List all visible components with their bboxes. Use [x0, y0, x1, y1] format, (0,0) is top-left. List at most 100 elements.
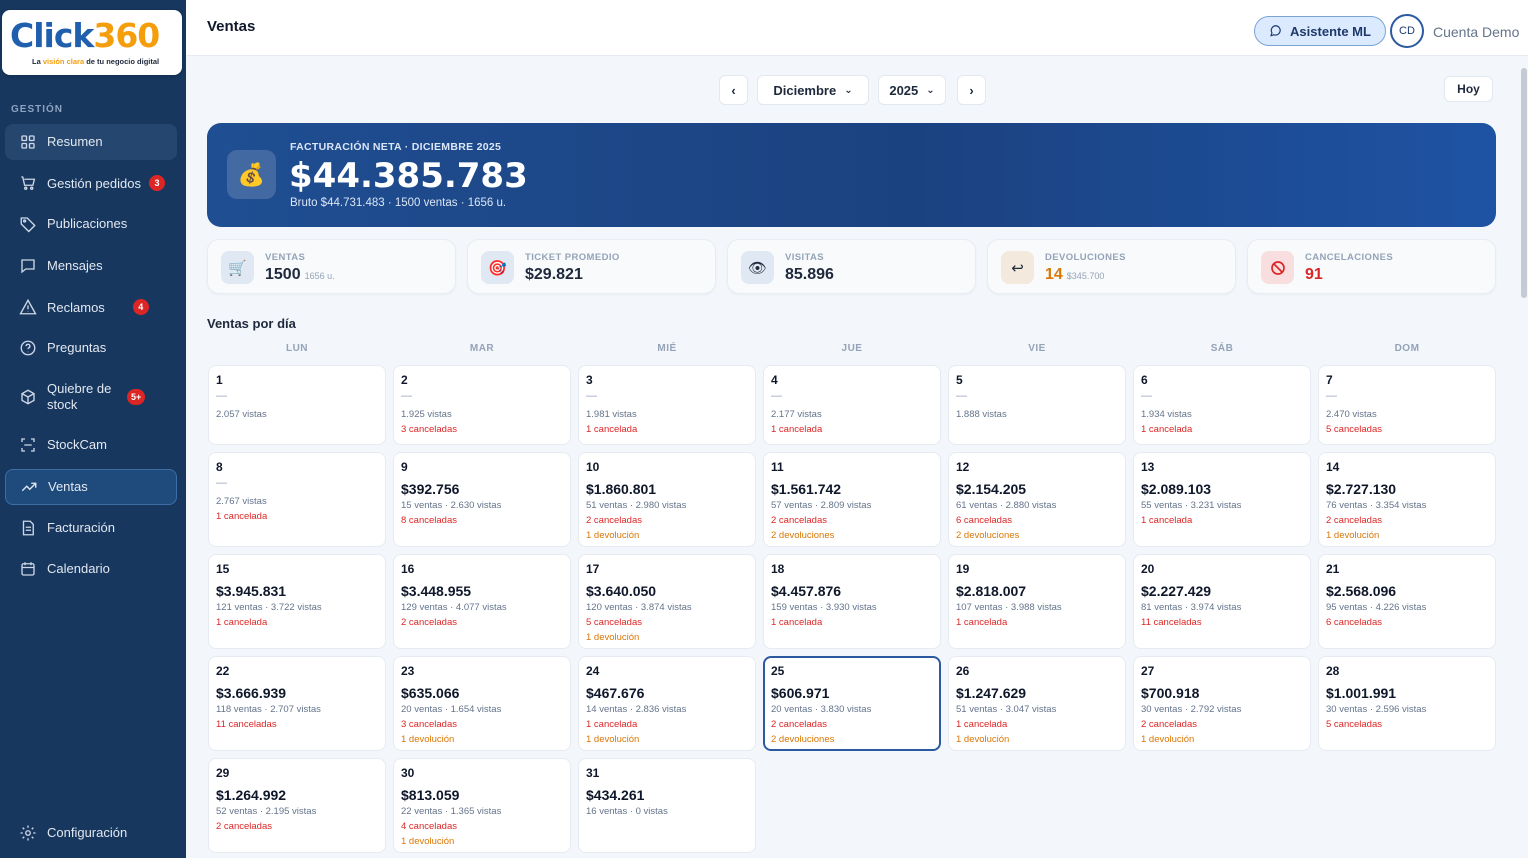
stat-value: 85.896 — [785, 266, 834, 283]
sidebar-item-configuracion[interactable]: Configuración — [5, 815, 177, 851]
sidebar-item-facturacion[interactable]: Facturación — [5, 510, 177, 546]
assistant-button[interactable]: Asistente ML — [1254, 16, 1386, 46]
day-amount: $392.756 — [401, 481, 460, 497]
calendar-day[interactable]: 26 $1.247.629 51 ventas · 3.047 vistas 1 ca… — [948, 656, 1126, 751]
account-name[interactable]: Cuenta Demo — [1433, 24, 1519, 40]
calendar-day[interactable]: 9 $392.756 15 ventas · 2.630 vistas 8 cance… — [393, 452, 571, 547]
calendar-day[interactable]: 29 $1.264.992 52 ventas · 2.195 vistas 2 ca… — [208, 758, 386, 853]
day-number: 10 — [586, 460, 600, 474]
day-amount: $2.727.130 — [1326, 481, 1397, 497]
calendar-day[interactable]: 11 $1.561.742 57 ventas · 2.809 vistas 2 ca… — [763, 452, 941, 547]
sidebar-item-ventas[interactable]: Ventas — [5, 469, 177, 505]
today-button[interactable]: Hoy — [1444, 76, 1493, 102]
day-summary: 2.767 vistas — [216, 496, 267, 507]
no-sales-dash: — — [1326, 390, 1337, 402]
notification-badge: 4 — [132, 299, 149, 315]
sidebar-item-quiebre-stock[interactable]: Quiebre de stock 5+ — [5, 377, 177, 417]
sidebar-item-stockcam[interactable]: StockCam — [5, 427, 177, 463]
day-summary: 52 ventas · 2.195 vistas — [216, 806, 317, 817]
calendar-day[interactable]: 1 — 2.057 vistas — [208, 365, 386, 445]
day-cancellations: 2 canceladas — [771, 515, 827, 526]
calendar-day[interactable]: 19 $2.818.007 107 ventas · 3.988 vistas 1 c… — [948, 554, 1126, 649]
day-amount: $2.818.007 — [956, 583, 1027, 599]
calendar-day[interactable]: 22 $3.666.939 118 ventas · 2.707 vistas 11 … — [208, 656, 386, 751]
month-select[interactable]: Diciembre ⌄ — [757, 75, 869, 105]
calendar-day[interactable]: 17 $3.640.050 120 ventas · 3.874 vistas 5 c… — [578, 554, 756, 649]
stat-label: VISITAS — [785, 252, 825, 263]
day-cancellations: 1 cancelada — [586, 719, 638, 730]
sidebar-item-mensajes[interactable]: Mensajes — [5, 248, 177, 284]
year-select[interactable]: 2025 ⌄ — [878, 75, 946, 105]
calendar-day[interactable]: 12 $2.154.205 61 ventas · 2.880 vistas 6 ca… — [948, 452, 1126, 547]
calendar-day[interactable]: 8 — 2.767 vistas 1 cancelada — [208, 452, 386, 547]
calendar-day[interactable]: 13 $2.089.103 55 ventas · 3.231 vistas 1 ca… — [1133, 452, 1311, 547]
day-number: 4 — [771, 373, 778, 387]
day-number: 25 — [771, 664, 785, 678]
day-summary: 76 ventas · 3.354 vistas — [1326, 500, 1427, 511]
day-cancellations: 2 canceladas — [216, 821, 272, 832]
day-cancellations: 5 canceladas — [586, 617, 642, 628]
calendar-day[interactable]: 10 $1.860.801 51 ventas · 2.980 vistas 2 ca… — [578, 452, 756, 547]
calendar-day[interactable]: 4 — 2.177 vistas 1 cancelada — [763, 365, 941, 445]
calendar-day[interactable]: 28 $1.001.991 30 ventas · 2.596 vistas 5 ca… — [1318, 656, 1496, 751]
day-amount: $434.261 — [586, 787, 645, 803]
calendar-day[interactable]: 27 $700.918 30 ventas · 2.792 vistas 2 canc… — [1133, 656, 1311, 751]
calendar-day[interactable]: 15 $3.945.831 121 ventas · 3.722 vistas 1 c… — [208, 554, 386, 649]
scrollbar-thumb[interactable] — [1521, 68, 1527, 298]
sidebar-item-preguntas[interactable]: Preguntas — [5, 330, 177, 366]
day-number: 19 — [956, 562, 970, 576]
calendar-day[interactable]: 7 — 2.470 vistas 5 canceladas — [1318, 365, 1496, 445]
page-title: Ventas — [207, 18, 256, 35]
calendar-day[interactable]: 5 — 1.888 vistas — [948, 365, 1126, 445]
calendar-day[interactable]: 24 $467.676 14 ventas · 2.836 vistas 1 canc… — [578, 656, 756, 751]
avatar[interactable]: CD — [1390, 14, 1424, 48]
weekday-header: MIÉ — [657, 343, 677, 354]
calendar-day[interactable]: 21 $2.568.096 95 ventas · 4.226 vistas 6 ca… — [1318, 554, 1496, 649]
no-sales-dash: — — [216, 390, 227, 402]
day-summary: 51 ventas · 2.980 vistas — [586, 500, 687, 511]
day-cancellations: 6 canceladas — [956, 515, 1012, 526]
calendar-day[interactable]: 3 — 1.981 vistas 1 cancelada — [578, 365, 756, 445]
day-summary: 30 ventas · 2.792 vistas — [1141, 704, 1242, 715]
day-number: 12 — [956, 460, 970, 474]
top-bar: Ventas Asistente ML CD Cuenta Demo — [186, 0, 1528, 56]
day-cancellations: 1 cancelada — [216, 617, 268, 628]
day-cancellations: 1 cancelada — [771, 424, 823, 435]
calendar-day[interactable]: 2 — 1.925 vistas 3 canceladas — [393, 365, 571, 445]
calendar-day[interactable]: 23 $635.066 20 ventas · 1.654 vistas 3 canc… — [393, 656, 571, 751]
next-month-button[interactable]: › — [957, 75, 986, 105]
section-title: Ventas por día — [207, 316, 296, 331]
day-number: 11 — [771, 460, 784, 474]
calendar-day[interactable]: 18 $4.457.876 159 ventas · 3.930 vistas 1 c… — [763, 554, 941, 649]
day-cancellations: 4 canceladas — [401, 821, 457, 832]
calendar-day[interactable]: 14 $2.727.130 76 ventas · 3.354 vistas 2 ca… — [1318, 452, 1496, 547]
calendar-day[interactable]: 20 $2.227.429 81 ventas · 3.974 vistas 11 c… — [1133, 554, 1311, 649]
chat-icon — [1270, 25, 1281, 37]
year-select-value: 2025 — [889, 82, 919, 98]
box-icon — [21, 389, 35, 405]
prev-month-button[interactable]: ‹ — [719, 75, 748, 105]
calendar-day[interactable]: 6 — 1.934 vistas 1 cancelada — [1133, 365, 1311, 445]
no-sales-dash: — — [1141, 390, 1152, 402]
day-summary: 107 ventas · 3.988 vistas — [956, 602, 1062, 613]
calendar-day[interactable]: 25 $606.971 20 ventas · 3.830 vistas 2 canc… — [763, 656, 941, 751]
sidebar-item-publicaciones[interactable]: Publicaciones — [5, 206, 177, 242]
day-summary: 159 ventas · 3.930 vistas — [771, 602, 877, 613]
sidebar-item-gestion-pedidos[interactable]: Gestión pedidos 3 — [5, 165, 177, 201]
calendar-day[interactable]: 16 $3.448.955 129 ventas · 4.077 vistas 2 c… — [393, 554, 571, 649]
return-icon: ↩ — [1001, 251, 1034, 284]
day-returns: 1 devolución — [1326, 530, 1380, 541]
day-cancellations: 3 canceladas — [401, 424, 457, 435]
warning-icon — [19, 298, 37, 315]
sidebar-item-calendario[interactable]: Calendario — [5, 551, 177, 587]
sidebar-item-resumen[interactable]: Resumen — [5, 124, 177, 160]
sidebar-item-label: StockCam — [47, 436, 107, 452]
calendar-day[interactable]: 30 $813.059 22 ventas · 1.365 vistas 4 canc… — [393, 758, 571, 853]
sidebar-item-reclamos[interactable]: Reclamos 4 — [5, 289, 177, 325]
day-summary: 2.177 vistas — [771, 409, 822, 420]
day-summary: 20 ventas · 1.654 vistas — [401, 704, 502, 715]
day-amount: $635.066 — [401, 685, 460, 701]
logo[interactable]: Click360 La visión clara de tu negocio d… — [2, 10, 182, 75]
stat-label: CANCELACIONES — [1305, 252, 1394, 263]
calendar-day[interactable]: 31 $434.261 16 ventas · 0 vistas — [578, 758, 756, 853]
